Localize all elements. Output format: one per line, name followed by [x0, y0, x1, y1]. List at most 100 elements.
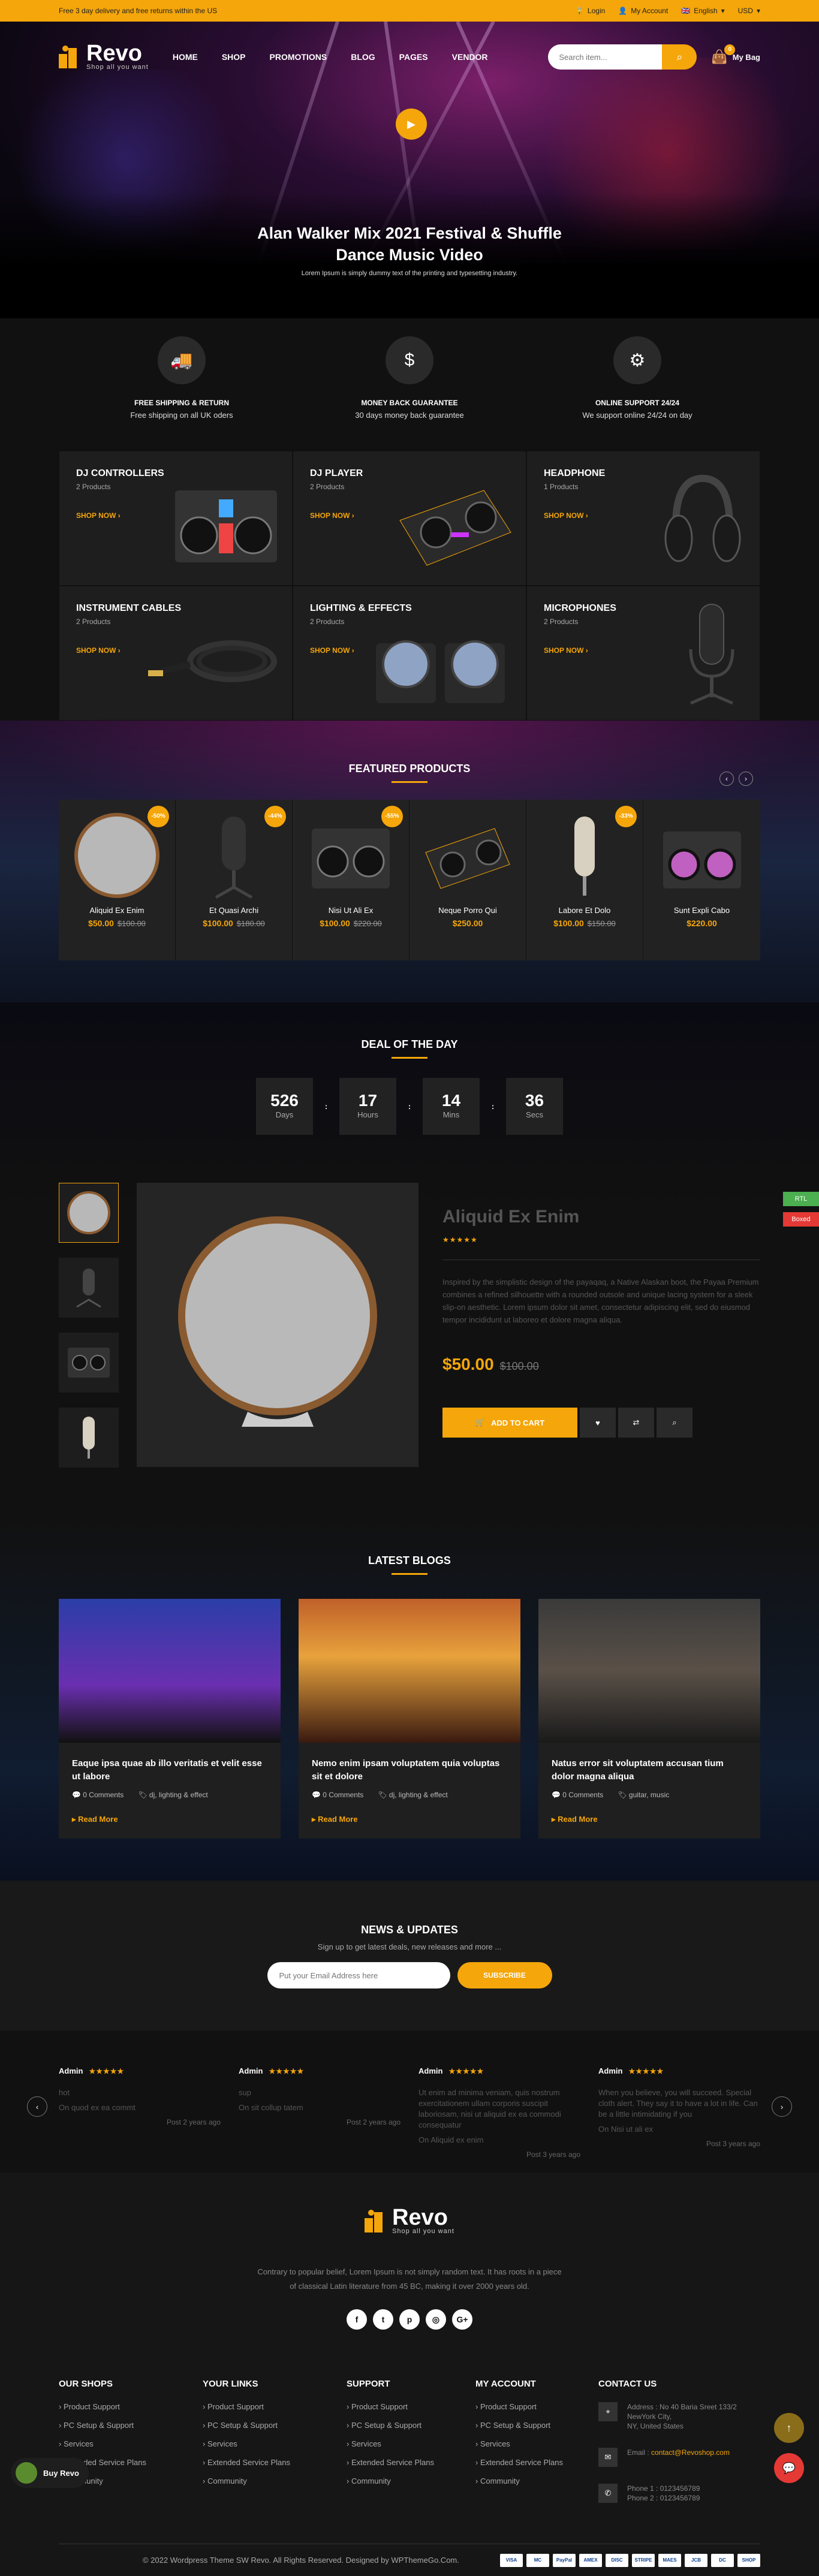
- subscribe-button[interactable]: SUBSCRIBE: [457, 1962, 552, 1989]
- product-name[interactable]: Neque Porro Qui: [410, 906, 526, 915]
- product-name[interactable]: Et Quasi Archi: [176, 906, 292, 915]
- footer-link[interactable]: Services: [203, 2439, 347, 2448]
- nav-blog[interactable]: BLOG: [351, 52, 375, 62]
- search-input[interactable]: [548, 44, 663, 70]
- language-select[interactable]: 🇬🇧 English ▾: [681, 7, 724, 15]
- nav-home[interactable]: HOME: [173, 52, 198, 62]
- comment-product[interactable]: On Aliquid ex enim: [418, 2135, 580, 2144]
- footer-link[interactable]: Services: [347, 2439, 475, 2448]
- blog-title[interactable]: Eaque ipsa quae ab illo veritatis et vel…: [72, 1757, 267, 1783]
- product-card[interactable]: -55% Nisi Ut Ali Ex $100.00 $220.00: [293, 800, 410, 960]
- category-dj-player[interactable]: DJ PLAYER 2 Products SHOP NOW ›: [293, 451, 526, 586]
- google-plus-icon[interactable]: G+: [452, 2309, 472, 2330]
- add-to-cart-button[interactable]: 🛒 ADD TO CART: [442, 1408, 577, 1438]
- read-more-link[interactable]: ▸ Read More: [72, 1815, 267, 1824]
- rtl-toggle[interactable]: RTL: [783, 1192, 819, 1206]
- shop-now-link[interactable]: SHOP NOW ›: [76, 646, 121, 655]
- footer-link[interactable]: Community: [347, 2476, 475, 2485]
- wishlist-button[interactable]: ♥: [580, 1408, 616, 1438]
- product-card[interactable]: Sunt Expli Cabo $220.00: [643, 800, 760, 960]
- boxed-toggle[interactable]: Boxed: [783, 1212, 819, 1227]
- blog-image[interactable]: [299, 1599, 520, 1743]
- currency-select[interactable]: USD ▾: [738, 7, 760, 15]
- shop-now-link[interactable]: SHOP NOW ›: [76, 511, 121, 520]
- product-card[interactable]: -50% Aliquid Ex Enim $50.00 $100.00: [59, 800, 176, 960]
- product-card[interactable]: -33% Labore Et Dolo $100.00 $150.00: [526, 800, 643, 960]
- email-field[interactable]: [267, 1962, 450, 1989]
- product-card[interactable]: Neque Porro Qui $250.00: [410, 800, 526, 960]
- footer-link[interactable]: Extended Service Plans: [475, 2458, 598, 2467]
- shop-now-link[interactable]: SHOP NOW ›: [310, 511, 354, 520]
- main-product-image[interactable]: [137, 1183, 418, 1467]
- nav-shop[interactable]: SHOP: [222, 52, 246, 62]
- blog-card[interactable]: Natus error sit voluptatem accusan tium …: [538, 1599, 760, 1839]
- pinterest-icon[interactable]: p: [399, 2309, 420, 2330]
- footer-link[interactable]: Product Support: [59, 2402, 203, 2411]
- footer-link[interactable]: Extended Service Plans: [347, 2458, 475, 2467]
- logo[interactable]: Revo Shop all you want: [59, 42, 149, 71]
- footer-link[interactable]: PC Setup & Support: [59, 2421, 203, 2430]
- blog-title[interactable]: Natus error sit voluptatem accusan tium …: [552, 1757, 747, 1783]
- category-lighting-effects[interactable]: LIGHTING & EFFECTS 2 Products SHOP NOW ›: [293, 586, 526, 721]
- tag-list[interactable]: guitar, music: [629, 1791, 669, 1799]
- category-dj-controllers[interactable]: DJ CONTROLLERS 2 Products SHOP NOW ›: [59, 451, 293, 586]
- tag-list[interactable]: dj, lighting & effect: [149, 1791, 208, 1799]
- back-to-top-button[interactable]: ↑: [774, 2413, 804, 2443]
- footer-link[interactable]: Services: [59, 2439, 203, 2448]
- blog-image[interactable]: [538, 1599, 760, 1743]
- product-name[interactable]: Labore Et Dolo: [526, 906, 643, 915]
- contact-email[interactable]: contact@Revoshop.com: [651, 2448, 730, 2457]
- next-arrow-icon[interactable]: ›: [772, 2096, 792, 2117]
- footer-link[interactable]: PC Setup & Support: [347, 2421, 475, 2430]
- nav-pages[interactable]: PAGES: [399, 52, 428, 62]
- read-more-link[interactable]: ▸ Read More: [552, 1815, 747, 1824]
- cart[interactable]: 👜 0 My Bag: [711, 44, 760, 65]
- prev-arrow-icon[interactable]: ‹: [719, 772, 734, 786]
- shop-now-link[interactable]: SHOP NOW ›: [544, 511, 588, 520]
- tag-list[interactable]: dj, lighting & effect: [389, 1791, 448, 1799]
- thumbnail[interactable]: [59, 1183, 119, 1243]
- facebook-icon[interactable]: f: [347, 2309, 367, 2330]
- login-link[interactable]: 🔒 Login: [575, 7, 605, 15]
- footer-link[interactable]: Community: [203, 2476, 347, 2485]
- product-name[interactable]: Nisi Ut Ali Ex: [293, 906, 409, 915]
- footer-link[interactable]: Community: [475, 2476, 598, 2485]
- product-title[interactable]: Aliquid Ex Enim: [442, 1207, 760, 1227]
- shop-now-link[interactable]: SHOP NOW ›: [544, 646, 588, 655]
- blog-card[interactable]: Nemo enim ipsam voluptatem quia voluptas…: [299, 1599, 520, 1839]
- product-name[interactable]: Sunt Expli Cabo: [643, 906, 760, 915]
- shop-now-link[interactable]: SHOP NOW ›: [310, 646, 354, 655]
- product-card[interactable]: -44% Et Quasi Archi $100.00 $180.00: [176, 800, 293, 960]
- comment-product[interactable]: On sit collup tatem: [239, 2103, 401, 2112]
- next-arrow-icon[interactable]: ›: [739, 772, 753, 786]
- blog-image[interactable]: [59, 1599, 281, 1743]
- read-more-link[interactable]: ▸ Read More: [312, 1815, 507, 1824]
- instagram-icon[interactable]: ◎: [426, 2309, 446, 2330]
- footer-link[interactable]: PC Setup & Support: [475, 2421, 598, 2430]
- blog-title[interactable]: Nemo enim ipsam voluptatem quia voluptas…: [312, 1757, 507, 1783]
- quickview-button[interactable]: ⌕: [657, 1408, 692, 1438]
- category-instrument-cables[interactable]: INSTRUMENT CABLES 2 Products SHOP NOW ›: [59, 586, 293, 721]
- footer-logo[interactable]: Revo Shop all you want: [59, 2206, 760, 2235]
- prev-arrow-icon[interactable]: ‹: [27, 2096, 47, 2117]
- footer-link[interactable]: Product Support: [347, 2402, 475, 2411]
- footer-link[interactable]: Extended Service Plans: [203, 2458, 347, 2467]
- search-button[interactable]: ⌕: [662, 44, 697, 70]
- thumbnail[interactable]: [59, 1333, 119, 1393]
- chat-button[interactable]: 💬: [774, 2453, 804, 2483]
- twitter-icon[interactable]: t: [373, 2309, 393, 2330]
- blog-card[interactable]: Eaque ipsa quae ab illo veritatis et vel…: [59, 1599, 281, 1839]
- nav-promotions[interactable]: PROMOTIONS: [270, 52, 327, 62]
- category-microphones[interactable]: MICROPHONES 2 Products SHOP NOW ›: [526, 586, 760, 721]
- nav-vendor[interactable]: VENDOR: [452, 52, 488, 62]
- comment-product[interactable]: On quod ex ea commt: [59, 2103, 221, 2112]
- comment-product[interactable]: On Nisi ut ali ex: [598, 2125, 760, 2134]
- footer-link[interactable]: PC Setup & Support: [203, 2421, 347, 2430]
- footer-link[interactable]: Product Support: [203, 2402, 347, 2411]
- buy-revo-button[interactable]: Buy Revo: [11, 2458, 89, 2488]
- footer-link[interactable]: Services: [475, 2439, 598, 2448]
- thumbnail[interactable]: [59, 1408, 119, 1468]
- product-name[interactable]: Aliquid Ex Enim: [59, 906, 175, 915]
- footer-link[interactable]: Product Support: [475, 2402, 598, 2411]
- account-link[interactable]: 👤 My Account: [618, 7, 668, 15]
